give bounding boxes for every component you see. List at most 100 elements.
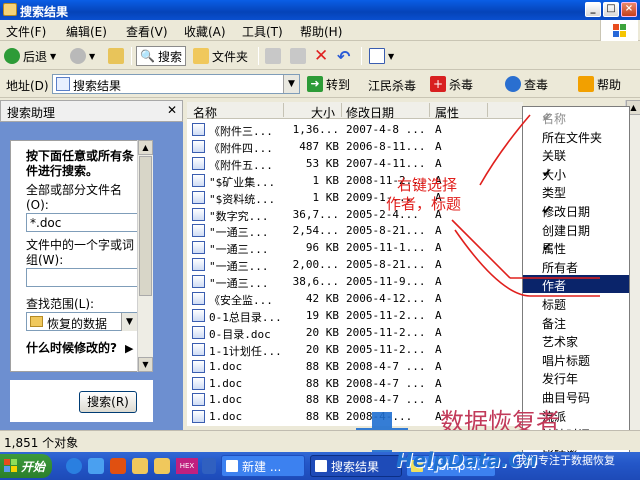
scope-dropdown-button[interactable]: ▼ (121, 313, 137, 331)
address-dropdown-button[interactable]: ▼ (283, 75, 299, 93)
quicklaunch-icon[interactable] (88, 458, 104, 474)
up-folder-button[interactable] (108, 46, 124, 66)
expand-arrow-icon[interactable]: ▶ (125, 342, 133, 355)
folder-icon[interactable] (154, 458, 170, 474)
start-button[interactable]: 开始 (0, 454, 52, 478)
file-name: 1.doc (209, 410, 243, 424)
context-menu-item[interactable]: 发行年 (523, 368, 629, 386)
file-size: 88 KB (305, 393, 339, 407)
table-row[interactable]: 1-1计划任... 20 KB 2005-11-2... A (187, 341, 523, 358)
delete-button[interactable]: ✕ (314, 46, 328, 66)
folder-icon[interactable] (132, 458, 148, 474)
file-size: 2,54... (292, 224, 339, 238)
word-document-icon (192, 342, 205, 356)
menu-help[interactable]: 帮助(H) (300, 23, 342, 40)
file-name: "一通三... (209, 277, 269, 291)
file-attr: A (435, 359, 442, 373)
when-modified-link[interactable]: 什么时候修改的? (26, 341, 126, 356)
title-bar[interactable]: 搜索结果 _ □ × (0, 0, 640, 20)
file-date: 2005-8-21... (346, 258, 426, 272)
go-button[interactable]: ➜ 转到 (307, 74, 350, 94)
forward-button[interactable]: ▼ (70, 46, 95, 66)
menu-favorites[interactable]: 收藏(A) (184, 23, 226, 40)
forward-arrow-icon (70, 48, 86, 64)
file-name: 1.doc (209, 376, 243, 390)
file-size: 53 KB (305, 156, 339, 170)
word-input[interactable] (26, 268, 138, 287)
scroll-up-arrow[interactable]: ▲ (138, 140, 153, 155)
file-date: 2006-4-12... (346, 292, 426, 305)
search-pane-scrollbar[interactable]: ▲ ▼ (137, 140, 153, 372)
folders-button[interactable]: 文件夹 (193, 46, 248, 66)
file-size: 2,00... (292, 258, 339, 272)
file-size: 1 KB (312, 190, 340, 204)
maximize-button[interactable]: □ (603, 2, 619, 17)
menu-file[interactable]: 文件(F) (6, 23, 46, 40)
file-name: 1.doc (209, 393, 243, 407)
ie-icon[interactable] (66, 458, 82, 474)
file-name: "$矿业集... (209, 175, 276, 189)
search-button[interactable]: 🔍 搜索 (136, 46, 186, 66)
word-document-icon (192, 325, 205, 339)
table-row[interactable]: 0-目录.doc 20 KB 2005-11-2... A (187, 324, 523, 341)
word-document-icon (192, 123, 205, 136)
taskbar-button-search-results[interactable]: 搜索结果 (310, 455, 402, 477)
quicklaunch-icon[interactable] (202, 458, 216, 474)
taskbar-button-new[interactable]: 新建 ... (221, 455, 305, 477)
filename-input[interactable]: *.doc (26, 213, 138, 232)
minimize-button[interactable]: _ (585, 2, 601, 17)
address-input[interactable]: 搜索结果 ▼ (52, 74, 300, 94)
table-row[interactable]: 1.doc 88 KB 2008-4-7 ... A (187, 358, 523, 375)
file-attr: A (435, 342, 442, 356)
document-icon (226, 460, 238, 472)
copy-to-button[interactable] (290, 46, 306, 66)
annotation-arrows (451, 114, 600, 297)
word-document-icon (192, 275, 205, 289)
table-row[interactable]: 1.doc 88 KB 2008-4-7 ... A (187, 375, 523, 392)
file-size: 38,6... (292, 275, 339, 289)
context-menu-item[interactable]: 艺术家 (523, 331, 629, 349)
file-name: 0-目录.doc (209, 327, 271, 341)
file-date: 2008-4-7 ... (346, 376, 426, 390)
file-name: 1.doc (209, 359, 243, 373)
file-attr: A (435, 308, 442, 322)
file-date: 2005-11-9... (346, 275, 426, 289)
back-arrow-icon (4, 48, 20, 64)
back-button[interactable]: 后退 ▼ (4, 46, 56, 66)
scope-select[interactable]: 恢复的数据 ▼ (26, 312, 138, 331)
scroll-down-arrow[interactable]: ▼ (138, 357, 153, 372)
quicklaunch-icon[interactable] (110, 458, 126, 474)
move-to-button[interactable] (265, 46, 281, 66)
jiangmin-label[interactable]: 江民杀毒 (368, 77, 416, 94)
help-button[interactable]: 帮助 (578, 74, 621, 94)
close-button[interactable]: × (621, 2, 637, 17)
context-menu-item[interactable]: 备注 (523, 313, 629, 331)
go-arrow-icon: ➜ (307, 76, 323, 92)
hex-editor-icon[interactable]: HEX (176, 458, 198, 474)
address-label: 地址(D) (6, 79, 49, 93)
delete-x-icon: ✕ (314, 46, 329, 66)
menu-edit[interactable]: 编辑(E) (66, 23, 107, 40)
views-button[interactable]: ▼ (369, 46, 394, 66)
word-document-icon (192, 393, 205, 407)
file-size: 20 KB (305, 325, 339, 339)
antivirus-button[interactable]: + 杀毒 (430, 74, 473, 94)
file-size: 88 KB (305, 359, 339, 373)
close-pane-icon[interactable]: ✕ (167, 103, 177, 117)
scope-label: 查找范围(L): (26, 297, 95, 311)
scroll-thumb[interactable] (139, 156, 152, 296)
context-menu-item[interactable]: 唱片标题 (523, 350, 629, 368)
menu-bar: 文件(F) 编辑(E) 查看(V) 收藏(A) 工具(T) 帮助(H) (0, 20, 640, 41)
folder-icon (30, 316, 43, 327)
file-name: "一通三... (209, 226, 269, 240)
menu-view[interactable]: 查看(V) (126, 23, 168, 40)
search-submit-button[interactable]: 搜索(R) (79, 391, 137, 413)
context-menu-label: 唱片标题 (542, 353, 591, 368)
scan-button[interactable]: 查毒 (505, 74, 548, 94)
undo-button[interactable]: ↶ (337, 46, 350, 66)
red-cross-icon: + (430, 76, 446, 92)
search-folder-icon (3, 3, 17, 16)
menu-tools[interactable]: 工具(T) (242, 23, 283, 40)
word-document-icon (192, 190, 205, 204)
word-document-icon (192, 308, 205, 322)
